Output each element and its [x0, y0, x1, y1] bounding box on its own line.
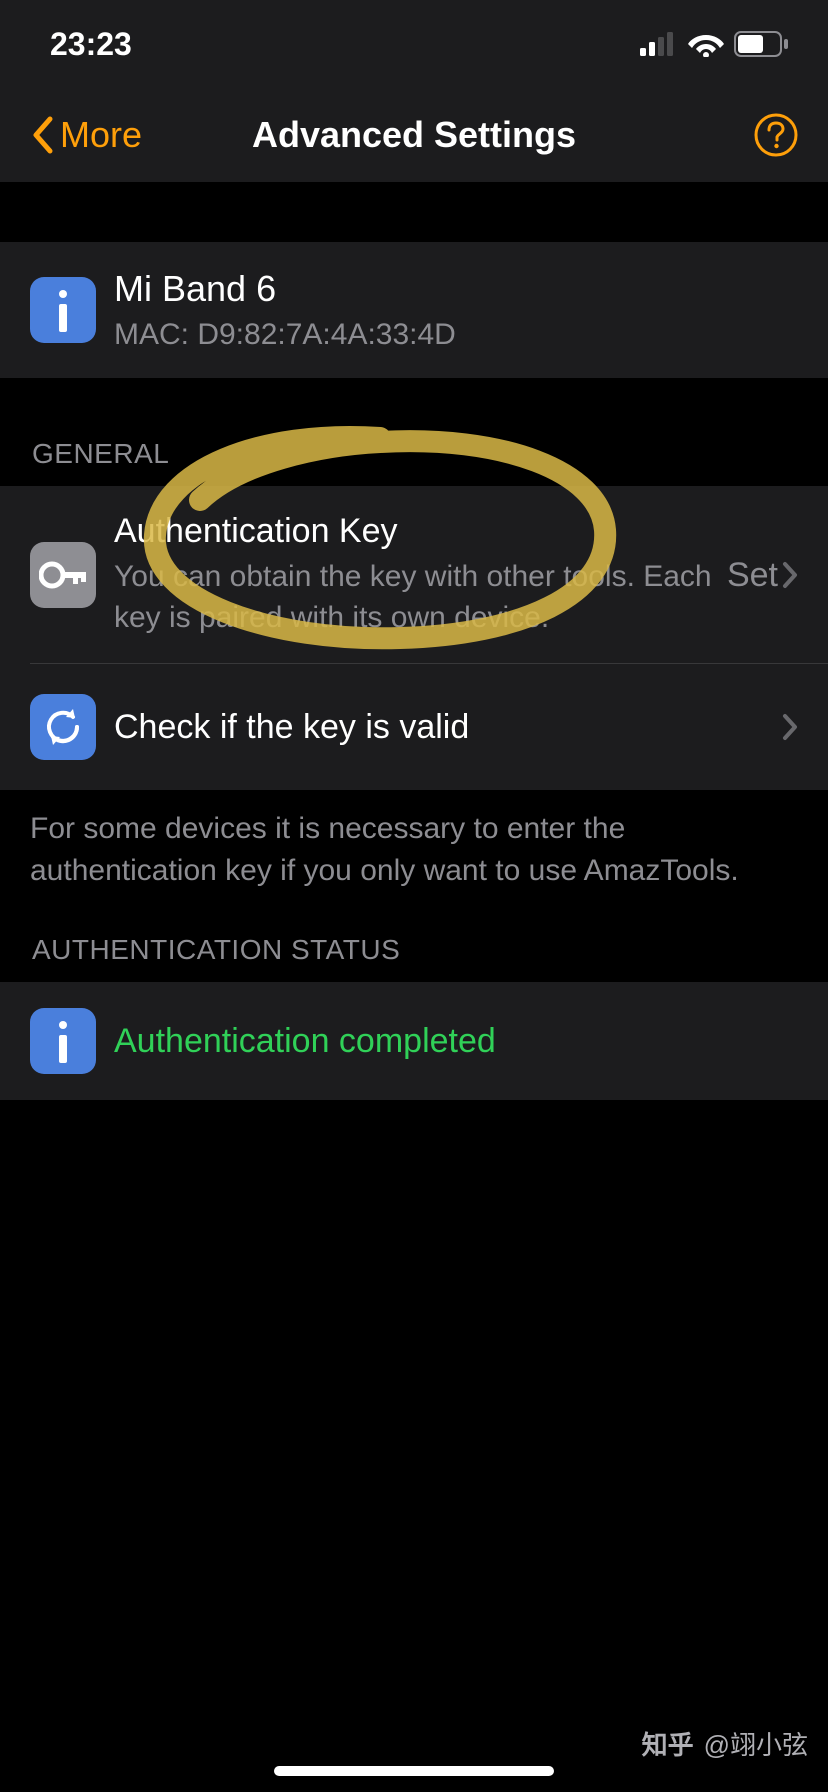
watermark: 知乎 @翊小弦	[642, 1725, 808, 1762]
info-icon-box	[30, 277, 96, 343]
status-time: 23:23	[50, 26, 132, 63]
info-icon	[53, 288, 73, 332]
section-header-general: GENERAL	[0, 378, 828, 486]
auth-key-value: Set	[727, 556, 778, 595]
watermark-user: @翊小弦	[704, 1725, 808, 1762]
page-title: Advanced Settings	[252, 114, 576, 156]
section-header-auth-status: AUTHENTICATION STATUS	[0, 910, 828, 982]
info-icon-box	[30, 1008, 96, 1074]
device-name: Mi Band 6	[114, 268, 456, 310]
device-info-cell[interactable]: Mi Band 6 MAC: D9:82:7A:4A:33:4D	[0, 242, 828, 378]
chevron-right-icon	[782, 561, 798, 589]
check-key-cell[interactable]: Check if the key is valid	[0, 664, 828, 790]
check-key-content: Check if the key is valid	[114, 708, 768, 747]
device-mac: MAC: D9:82:7A:4A:33:4D	[114, 318, 456, 352]
battery-icon	[734, 31, 788, 57]
refresh-icon-box	[30, 694, 96, 760]
check-key-title: Check if the key is valid	[114, 708, 768, 747]
back-label: More	[60, 114, 142, 156]
spacer	[0, 182, 828, 242]
auth-status-text: Authentication completed	[114, 1022, 496, 1061]
watermark-brand: 知乎	[642, 1725, 694, 1762]
auth-status-cell: Authentication completed	[0, 982, 828, 1100]
home-indicator[interactable]	[274, 1766, 554, 1776]
back-button[interactable]: More	[30, 114, 142, 156]
refresh-icon	[41, 705, 85, 749]
help-button[interactable]	[754, 113, 798, 157]
chevron-left-icon	[30, 115, 54, 155]
wifi-icon	[688, 31, 724, 57]
auth-key-accessory: Set	[727, 556, 798, 595]
nav-bar: More Advanced Settings	[0, 88, 828, 182]
auth-key-title: Authentication Key	[114, 512, 713, 551]
help-icon	[754, 113, 798, 157]
authentication-key-cell[interactable]: Authentication Key You can obtain the ke…	[0, 486, 828, 664]
info-icon	[53, 1019, 73, 1063]
signal-icon	[640, 32, 678, 56]
general-footer: For some devices it is necessary to ente…	[0, 790, 828, 910]
auth-key-subtitle: You can obtain the key with other tools.…	[114, 557, 713, 638]
chevron-right-icon	[782, 713, 798, 741]
status-bar: 23:23	[0, 0, 828, 88]
status-icons	[640, 31, 788, 57]
device-info: Mi Band 6 MAC: D9:82:7A:4A:33:4D	[114, 268, 456, 352]
key-icon-box	[30, 542, 96, 608]
key-icon	[39, 561, 87, 589]
auth-key-content: Authentication Key You can obtain the ke…	[114, 512, 713, 638]
check-key-accessory	[782, 713, 798, 741]
